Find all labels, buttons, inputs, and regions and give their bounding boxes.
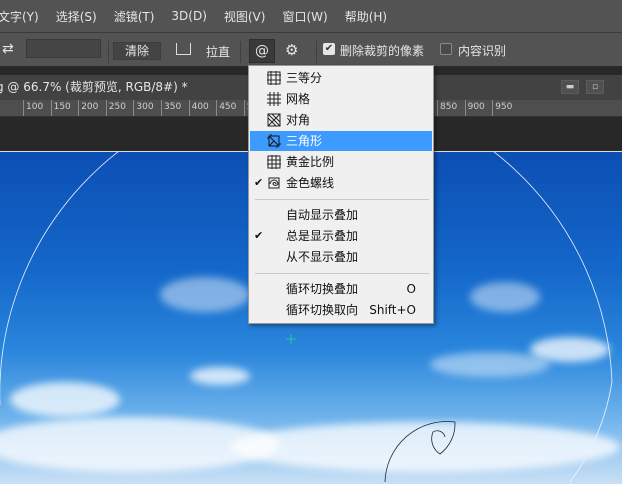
check-icon: ✔	[254, 176, 264, 189]
menu-item-diagonal[interactable]: 对角	[250, 110, 432, 130]
menu-item-label: 对角	[286, 113, 311, 127]
menu-3d[interactable]: 3D(D)	[171, 9, 206, 23]
ruler-tick: 350	[161, 100, 181, 116]
straighten-button[interactable]: 拉直	[206, 43, 230, 60]
menu-item-label: 三等分	[286, 71, 323, 85]
ratio-input[interactable]	[26, 39, 101, 58]
menu-item-label: 总是显示叠加	[286, 229, 359, 243]
ruler-tick: 150	[50, 100, 71, 116]
menu-filter[interactable]: 滤镜(T)	[114, 8, 155, 25]
ruler-tick: 850	[437, 100, 457, 116]
ruler-tick: 250	[105, 100, 126, 116]
menu-item-auto-show-overlay[interactable]: 自动显示叠加	[250, 205, 432, 225]
menu-item-label: 循环切换取向	[286, 303, 359, 317]
divider	[316, 41, 317, 63]
ruler-tick: 300	[133, 100, 154, 116]
content-aware-label[interactable]: 内容识别	[458, 42, 506, 59]
menu-item-label: 金色螺线	[286, 176, 335, 190]
menu-select[interactable]: 选择(S)	[56, 8, 97, 25]
options-bar: ⇄ 清除 拉直 @ ⚙ ✔ 删除裁剪的像素 内容识别	[0, 33, 622, 67]
rule-of-thirds-icon	[266, 70, 282, 86]
menu-separator	[255, 273, 429, 274]
delete-cropped-checkbox[interactable]: ✔	[323, 43, 335, 55]
golden-ratio-icon	[266, 154, 282, 170]
menu-item-golden-spiral[interactable]: ✔ 金色螺线	[250, 173, 432, 193]
divider	[240, 41, 241, 63]
minimize-icon[interactable]: ▬	[561, 80, 579, 94]
gear-icon[interactable]: ⚙	[285, 41, 298, 59]
menu-item-never-show-overlay[interactable]: 从不显示叠加	[250, 247, 432, 267]
triangle-icon	[266, 133, 282, 149]
ruler-tick: 100	[23, 100, 43, 116]
overlay-options-menu: 三等分 网格 对角 三角形 黄金比例 ✔ 金色螺线 自动显示叠加 ✔ 总是显示叠…	[248, 65, 434, 324]
menu-item-label: 黄金比例	[286, 155, 335, 169]
menu-bar: 文字(Y) 选择(S) 滤镜(T) 3D(D) 视图(V) 窗口(W) 帮助(H…	[0, 0, 622, 33]
delete-cropped-label[interactable]: 删除裁剪的像素	[340, 42, 424, 59]
menu-item-cycle-orientation[interactable]: 循环切换取向 Shift+O	[250, 300, 432, 320]
swap-arrows-icon[interactable]: ⇄	[2, 41, 14, 57]
menu-item-triangle[interactable]: 三角形	[250, 131, 432, 151]
menu-item-rule-of-thirds[interactable]: 三等分	[250, 68, 432, 88]
menu-item-label: 三角形	[286, 134, 323, 148]
ruler-tick: 450	[216, 100, 236, 116]
ruler-tick: 400	[188, 100, 209, 116]
maximize-icon[interactable]: ▫	[586, 80, 604, 94]
menu-help[interactable]: 帮助(H)	[345, 8, 387, 25]
golden-spiral-icon	[266, 175, 282, 191]
check-icon: ✔	[254, 229, 264, 242]
menu-item-golden-ratio[interactable]: 黄金比例	[250, 152, 432, 172]
shortcut-label: O	[406, 282, 416, 296]
menu-item-label: 网格	[286, 92, 311, 106]
menu-item-label: 循环切换叠加	[286, 282, 359, 296]
content-aware-checkbox[interactable]	[440, 43, 452, 55]
shortcut-label: Shift+O	[369, 303, 416, 317]
menu-item-label: 自动显示叠加	[286, 208, 359, 222]
straighten-level-icon[interactable]	[176, 43, 191, 55]
menu-type[interactable]: 文字(Y)	[0, 8, 39, 25]
menu-item-always-show-overlay[interactable]: ✔ 总是显示叠加	[250, 226, 432, 246]
ruler-tick: 900	[464, 100, 485, 116]
ruler-tick: 950	[492, 100, 512, 116]
diagonal-icon	[266, 112, 282, 128]
clear-button[interactable]: 清除	[113, 42, 161, 60]
grid-icon	[266, 91, 282, 107]
divider	[108, 41, 109, 63]
menu-separator	[255, 199, 429, 200]
golden-spiral-overlay-icon: @	[255, 43, 269, 59]
overlay-options-button[interactable]: @	[249, 39, 275, 63]
menu-item-grid[interactable]: 网格	[250, 89, 432, 109]
ruler-tick: 200	[78, 100, 98, 116]
menu-item-cycle-overlay[interactable]: 循环切换叠加 O	[250, 279, 432, 299]
menu-view[interactable]: 视图(V)	[224, 8, 266, 25]
menu-item-label: 从不显示叠加	[286, 250, 359, 264]
document-title: g @ 66.7% (裁剪预览, RGB/8#) *	[0, 80, 188, 94]
menu-window[interactable]: 窗口(W)	[282, 8, 327, 25]
